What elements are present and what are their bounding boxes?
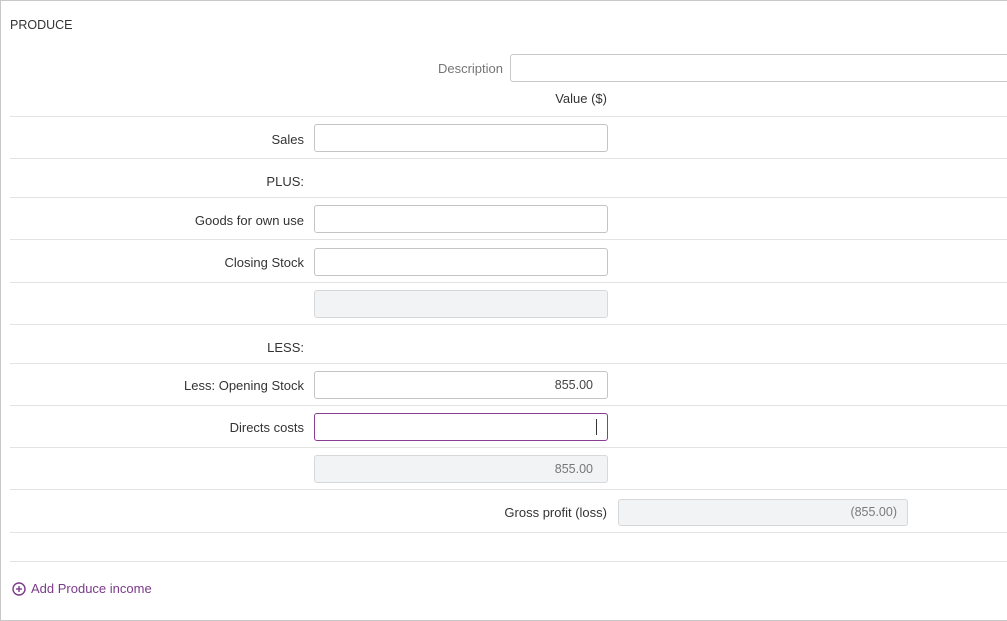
direct-costs-input[interactable] (314, 413, 608, 441)
direct-costs-label: Directs costs (229, 420, 304, 435)
opening-stock-label: Less: Opening Stock (184, 378, 304, 393)
row-divider (10, 116, 1007, 117)
section-divider (10, 561, 1007, 562)
row-divider (10, 363, 1007, 364)
opening-stock-input[interactable] (314, 371, 608, 399)
gross-profit-field: (855.00) (618, 499, 908, 526)
produce-panel: PRODUCE Description Value ($) Sales PLUS… (0, 0, 1007, 621)
value-column-header: Value ($) (555, 91, 607, 106)
row-divider (10, 158, 1007, 159)
plus-subtotal-field (314, 290, 608, 318)
goods-own-use-input[interactable] (314, 205, 608, 233)
row-divider (10, 532, 1007, 533)
add-produce-income-link[interactable]: Add Produce income (12, 581, 152, 596)
plus-heading: PLUS: (266, 174, 304, 189)
row-divider (10, 324, 1007, 325)
row-divider (10, 239, 1007, 240)
less-heading: LESS: (267, 340, 304, 355)
section-title: PRODUCE (10, 18, 73, 32)
row-divider (10, 197, 1007, 198)
row-divider (10, 447, 1007, 448)
goods-own-use-label: Goods for own use (194, 213, 304, 228)
row-divider (10, 489, 1007, 490)
gross-profit-label: Gross profit (loss) (504, 505, 607, 520)
description-label: Description (437, 61, 503, 76)
add-circle-icon (12, 581, 26, 596)
row-divider (10, 405, 1007, 406)
row-divider (10, 282, 1007, 283)
add-produce-income-label: Add Produce income (31, 581, 152, 596)
sales-label: Sales (271, 132, 304, 147)
description-input[interactable] (510, 54, 1007, 82)
less-subtotal-field: 855.00 (314, 455, 608, 483)
closing-stock-input[interactable] (314, 248, 608, 276)
sales-input[interactable] (314, 124, 608, 152)
text-caret (596, 419, 597, 435)
closing-stock-label: Closing Stock (224, 255, 304, 270)
